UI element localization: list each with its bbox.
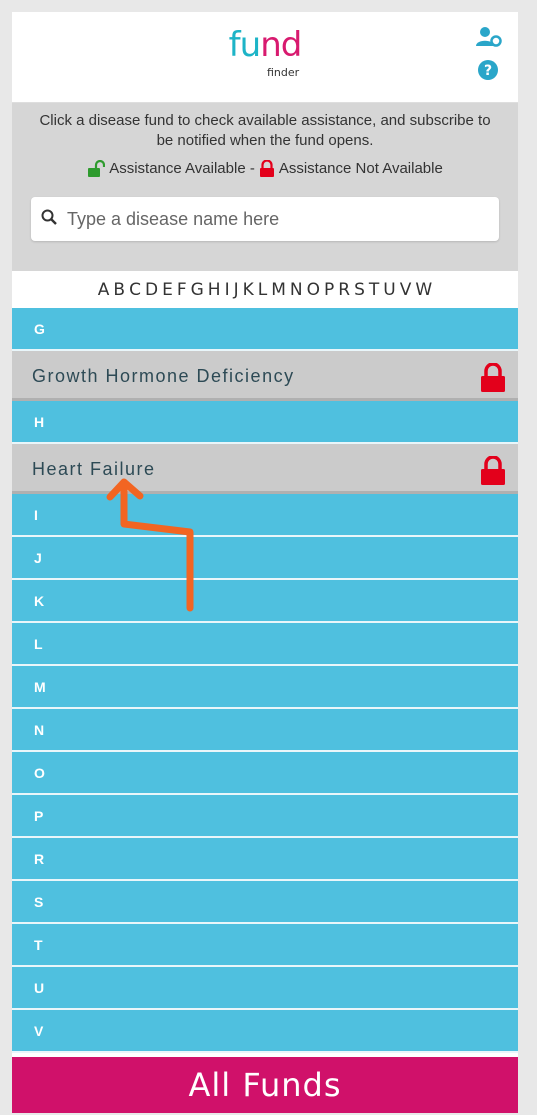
section-header-l[interactable]: L (12, 623, 518, 666)
logo-wordmark: fund (205, 26, 325, 64)
fund-finder-logo[interactable]: fund finder (205, 26, 325, 92)
fund-item-heart-failure[interactable]: Heart Failure (12, 444, 518, 494)
unlock-icon (87, 159, 106, 179)
alphabet-letter-h[interactable]: H (208, 280, 221, 300)
alphabet-letter-t[interactable]: T (369, 280, 379, 300)
alphabet-letter-d[interactable]: D (145, 280, 158, 300)
section-header-p[interactable]: P (12, 795, 518, 838)
section-header-j[interactable]: J (12, 537, 518, 580)
lock-icon (259, 159, 275, 179)
search-box[interactable] (31, 197, 499, 241)
section-header-t[interactable]: T (12, 924, 518, 967)
search-input[interactable] (65, 198, 489, 240)
alphabet-letter-k[interactable]: K (243, 280, 254, 300)
alphabet-letter-s[interactable]: S (354, 280, 365, 300)
user-settings-icon[interactable] (476, 26, 502, 50)
alphabet-letter-w[interactable]: W (415, 280, 432, 300)
section-header-o[interactable]: O (12, 752, 518, 795)
section-header-n[interactable]: N (12, 709, 518, 752)
alphabet-letter-u[interactable]: U (383, 280, 395, 300)
fund-list: G Growth Hormone Deficiency H Heart Fail… (12, 308, 518, 1053)
alphabet-letter-o[interactable]: O (307, 280, 320, 300)
search-icon (31, 209, 57, 230)
alphabet-letter-p[interactable]: P (324, 280, 334, 300)
lock-icon (480, 455, 506, 505)
alphabet-letter-m[interactable]: M (271, 280, 286, 300)
alphabet-letter-e[interactable]: E (162, 280, 173, 300)
question-circle-icon[interactable]: ? (476, 58, 500, 82)
alphabet-letter-b[interactable]: B (113, 280, 125, 300)
logo-part-1: fu (228, 25, 262, 65)
legend: Assistance Available - Assistance Not Av… (12, 159, 518, 179)
section-header-m[interactable]: M (12, 666, 518, 709)
alphabet-letter-r[interactable]: R (338, 280, 350, 300)
section-header-u[interactable]: U (12, 967, 518, 1010)
alphabet-letter-g[interactable]: G (191, 280, 204, 300)
alphabet-letter-c[interactable]: C (129, 280, 141, 300)
alphabet-letter-a[interactable]: A (98, 280, 110, 300)
section-header-k[interactable]: K (12, 580, 518, 623)
section-header-s[interactable]: S (12, 881, 518, 924)
alphabet-letter-j[interactable]: J (234, 280, 239, 300)
fund-finder-app: fund finder ? Click a disease fund to ch… (12, 12, 518, 1113)
section-header-r[interactable]: R (12, 838, 518, 881)
info-panel: Click a disease fund to check available … (12, 103, 518, 271)
fund-name: Heart Failure (32, 459, 156, 479)
logo-part-2: nd (260, 25, 302, 65)
fund-item-growth-hormone-deficiency[interactable]: Growth Hormone Deficiency (12, 351, 518, 401)
alphabet-letter-i[interactable]: I (225, 280, 230, 300)
alphabet-letter-n[interactable]: N (290, 280, 303, 300)
legend-not-available: Assistance Not Available (278, 160, 443, 177)
logo-subtitle: finder (267, 66, 300, 79)
alphabet-letter-f[interactable]: F (177, 280, 187, 300)
all-funds-button[interactable]: All Funds (12, 1057, 518, 1113)
section-header-g[interactable]: G (12, 308, 518, 351)
alphabet-letter-v[interactable]: V (400, 280, 412, 300)
section-header-h[interactable]: H (12, 401, 518, 444)
instructions-text: Click a disease fund to check available … (39, 112, 491, 149)
legend-available: Assistance Available - (109, 160, 255, 177)
fund-name: Growth Hormone Deficiency (32, 366, 295, 386)
letter-sections: IJKLMNOPRSTUV (12, 494, 518, 1053)
section-header-i[interactable]: I (12, 494, 518, 537)
header: fund finder ? (12, 12, 518, 103)
alphabet-letter-l[interactable]: L (258, 280, 267, 300)
section-header-v[interactable]: V (12, 1010, 518, 1053)
svg-text:?: ? (484, 63, 492, 79)
alphabet-nav: ABCDEFGHIJKLMNOPRSTUVW (12, 271, 518, 308)
lock-icon (480, 362, 506, 412)
